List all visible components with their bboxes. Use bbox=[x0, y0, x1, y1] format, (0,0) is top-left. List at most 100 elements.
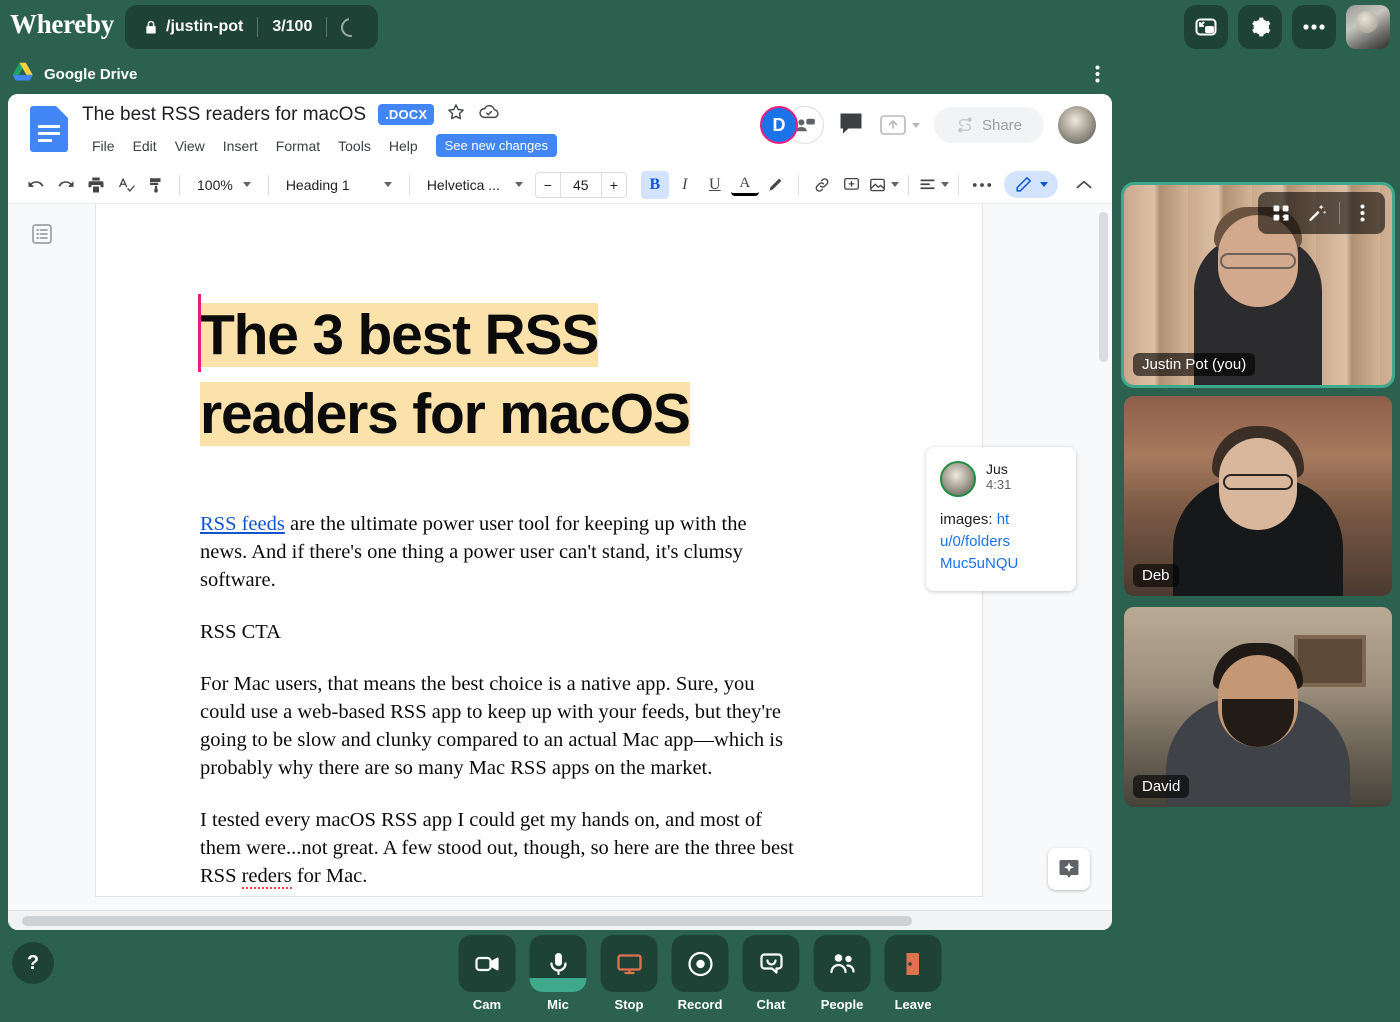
underline-button[interactable]: U bbox=[701, 171, 729, 199]
zoom-level-select[interactable]: 100% bbox=[189, 171, 259, 199]
doc-title[interactable]: The best RSS readers for macOS bbox=[82, 104, 366, 126]
account-avatar[interactable] bbox=[1058, 106, 1096, 144]
google-docs-icon bbox=[30, 106, 68, 152]
chat-label: Chat bbox=[756, 997, 786, 1012]
spellcheck-icon[interactable] bbox=[112, 171, 140, 199]
leave-control[interactable]: Leave bbox=[884, 935, 942, 1012]
menu-insert[interactable]: Insert bbox=[215, 135, 266, 157]
highlighter-icon[interactable] bbox=[761, 171, 789, 199]
divider bbox=[957, 174, 959, 195]
comment-line-2-link[interactable]: u/0/folders bbox=[940, 533, 1010, 550]
chevron-down-icon bbox=[514, 182, 523, 187]
chevron-down-icon bbox=[1040, 182, 1048, 187]
comment-line-3-link[interactable]: Muc5uNQU bbox=[940, 555, 1018, 572]
participant-tile-david[interactable]: David bbox=[1124, 607, 1392, 807]
participant-tile-deb[interactable]: Deb bbox=[1124, 396, 1392, 596]
star-icon[interactable] bbox=[446, 102, 466, 127]
mic-control[interactable]: Mic bbox=[529, 935, 587, 1012]
menu-format[interactable]: Format bbox=[268, 135, 328, 157]
font-size-decrease-button[interactable]: − bbox=[536, 172, 560, 198]
camera-icon[interactable] bbox=[458, 935, 516, 992]
comment-line-1-label: images: bbox=[940, 511, 997, 528]
comment-history-icon[interactable] bbox=[838, 111, 864, 140]
self-avatar[interactable] bbox=[1346, 5, 1390, 49]
doc-paragraph-2[interactable]: RSS CTA bbox=[200, 618, 796, 646]
font-family-select[interactable]: Helvetica ... bbox=[419, 171, 531, 199]
insert-image-icon[interactable] bbox=[868, 171, 899, 199]
doc-heading-1[interactable]: The 3 best RSS readers for macOS bbox=[200, 303, 691, 446]
editing-mode-button[interactable] bbox=[1004, 171, 1058, 198]
stop-share-control[interactable]: Stop bbox=[600, 935, 658, 1012]
stop-label: Stop bbox=[614, 997, 644, 1012]
more-options-icon[interactable] bbox=[1095, 64, 1100, 89]
doc-paragraph-1[interactable]: RSS feeds are the ultimate power user to… bbox=[200, 510, 796, 594]
doc-paragraph-4[interactable]: I tested every macOS RSS app I could get… bbox=[200, 806, 796, 890]
cloud-saved-icon[interactable] bbox=[478, 103, 500, 126]
room-capacity-segment[interactable]: 3/100 bbox=[258, 5, 326, 49]
font-size-increase-button[interactable]: + bbox=[602, 172, 626, 198]
share-button[interactable]: Share bbox=[933, 107, 1044, 143]
chat-control[interactable]: Chat bbox=[742, 935, 800, 1012]
comment-card[interactable]: Jus 4:31 images: ht u/0/folders Muc5uNQU bbox=[926, 447, 1076, 591]
participant-tile-justin[interactable]: Justin Pot (you) bbox=[1124, 185, 1392, 385]
leave-door-icon[interactable] bbox=[884, 935, 942, 992]
italic-button[interactable]: I bbox=[671, 171, 699, 199]
document-horizontal-scrollbar[interactable] bbox=[8, 910, 1112, 930]
docs-header-actions: D Share bbox=[759, 106, 1096, 144]
stop-screenshare-icon[interactable] bbox=[600, 935, 658, 992]
explore-sparkle-icon[interactable] bbox=[1048, 848, 1090, 890]
menu-file[interactable]: File bbox=[84, 135, 123, 157]
people-icon[interactable] bbox=[813, 935, 871, 992]
record-control[interactable]: Record bbox=[671, 935, 729, 1012]
document-vertical-scrollbar[interactable] bbox=[1099, 212, 1108, 362]
paragraph-style-value: Heading 1 bbox=[285, 176, 350, 193]
see-new-changes-button[interactable]: See new changes bbox=[435, 134, 557, 157]
people-control[interactable]: People bbox=[813, 935, 871, 1012]
misspelled-word[interactable]: reders bbox=[241, 865, 292, 889]
add-comment-icon[interactable] bbox=[838, 171, 866, 199]
document-page[interactable]: The 3 best RSS readers for macOS RSS fee… bbox=[96, 204, 982, 896]
bold-button[interactable]: B bbox=[640, 170, 669, 199]
settings-gear-icon[interactable] bbox=[1238, 5, 1282, 49]
menu-help[interactable]: Help bbox=[381, 135, 426, 157]
present-dropdown-button[interactable] bbox=[878, 112, 920, 138]
redo-icon[interactable] bbox=[52, 171, 80, 199]
zoom-level-value: 100% bbox=[197, 176, 233, 193]
comment-line-1-link[interactable]: ht bbox=[997, 511, 1010, 528]
microphone-icon[interactable] bbox=[529, 935, 587, 992]
print-icon[interactable] bbox=[82, 171, 110, 199]
font-size-stepper[interactable]: − 45 + bbox=[534, 171, 627, 198]
presence-avatar-d[interactable]: D bbox=[759, 106, 798, 144]
tile-more-options-icon[interactable] bbox=[1345, 196, 1379, 230]
record-icon[interactable] bbox=[671, 935, 729, 992]
link-icon[interactable] bbox=[808, 171, 836, 199]
lock-icon bbox=[143, 19, 159, 36]
more-options-icon[interactable] bbox=[1292, 5, 1336, 49]
align-left-icon[interactable] bbox=[918, 171, 949, 199]
more-toolbar-icon[interactable] bbox=[968, 171, 996, 199]
comment-line-3: Muc5uNQU bbox=[940, 553, 1062, 575]
cam-control[interactable]: Cam bbox=[458, 935, 516, 1012]
grid-view-icon[interactable] bbox=[1264, 196, 1298, 230]
room-info-pill[interactable]: /justin-pot 3/100 bbox=[125, 5, 379, 49]
room-status-segment[interactable] bbox=[327, 5, 374, 49]
menu-edit[interactable]: Edit bbox=[125, 135, 165, 157]
doc-paragraph-3[interactable]: For Mac users, that means the best choic… bbox=[200, 670, 796, 782]
font-size-value[interactable]: 45 bbox=[559, 171, 602, 198]
font-family-value: Helvetica ... bbox=[426, 176, 500, 193]
help-icon[interactable]: ? bbox=[12, 942, 54, 984]
collapse-toolbar-icon[interactable] bbox=[1070, 171, 1098, 199]
room-path-segment[interactable]: /justin-pot bbox=[129, 5, 257, 49]
scrollbar-thumb[interactable] bbox=[22, 916, 912, 926]
document-outline-icon[interactable] bbox=[30, 222, 54, 246]
picture-in-picture-icon[interactable] bbox=[1184, 5, 1228, 49]
menu-tools[interactable]: Tools bbox=[330, 135, 379, 157]
text-color-button[interactable]: A bbox=[730, 174, 759, 196]
rss-feeds-link[interactable]: RSS feeds bbox=[200, 513, 285, 535]
undo-icon[interactable] bbox=[22, 171, 50, 199]
reaction-wand-icon[interactable] bbox=[1300, 196, 1334, 230]
chat-bubble-icon[interactable] bbox=[742, 935, 800, 992]
paint-format-icon[interactable] bbox=[142, 171, 170, 199]
paragraph-style-select[interactable]: Heading 1 bbox=[278, 171, 400, 199]
menu-view[interactable]: View bbox=[167, 135, 213, 157]
